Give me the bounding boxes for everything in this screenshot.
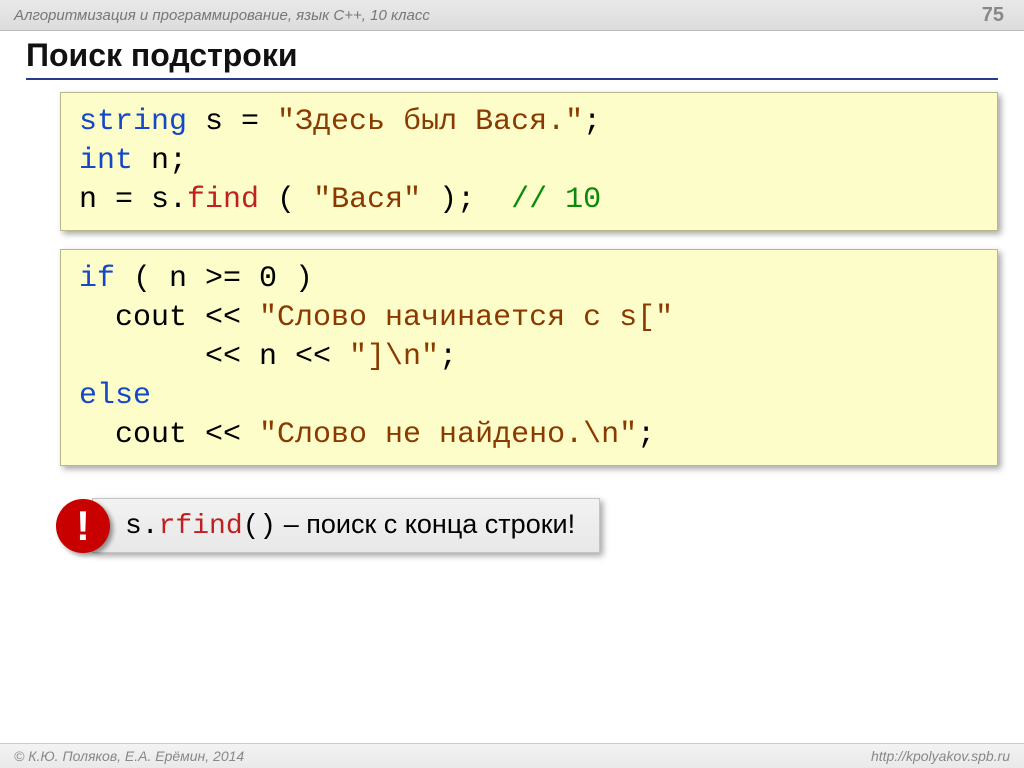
text: ( bbox=[259, 183, 313, 217]
text: s = bbox=[187, 105, 277, 139]
note-row: ! s.rfind() – поиск с конца строки! bbox=[56, 498, 998, 553]
footer-bar: © К.Ю. Поляков, Е.А. Ерёмин, 2014 http:/… bbox=[0, 743, 1024, 768]
slide-title: Поиск подстроки bbox=[26, 37, 998, 74]
text: ( n >= 0 ) bbox=[115, 262, 313, 296]
header-bar: Алгоритмизация и программирование, язык … bbox=[0, 0, 1024, 31]
footer-url: http://kpolyakov.spb.ru bbox=[871, 748, 1010, 764]
text: cout << bbox=[79, 418, 259, 452]
string-literal: "]\n" bbox=[349, 340, 439, 374]
exclaim-icon: ! bbox=[56, 499, 110, 553]
keyword-else: else bbox=[79, 379, 151, 413]
text: ; bbox=[637, 418, 655, 452]
course-label: Алгоритмизация и программирование, язык … bbox=[14, 7, 430, 24]
string-literal: "Здесь был Вася." bbox=[277, 105, 583, 139]
text: n = s. bbox=[79, 183, 187, 217]
text: () bbox=[243, 511, 277, 542]
text: << n << bbox=[79, 340, 349, 374]
slide-content: Поиск подстроки string s = "Здесь был Ва… bbox=[0, 31, 1024, 553]
text: cout << bbox=[79, 301, 259, 335]
text: ; bbox=[583, 105, 601, 139]
text: ); bbox=[421, 183, 511, 217]
func-find: find bbox=[187, 183, 259, 217]
title-rule bbox=[26, 78, 998, 80]
keyword-if: if bbox=[79, 262, 115, 296]
text: s. bbox=[125, 511, 159, 542]
text: ; bbox=[439, 340, 457, 374]
keyword-int: int bbox=[79, 144, 133, 178]
string-literal: "Слово начинается с s[" bbox=[259, 301, 673, 335]
copyright: © К.Ю. Поляков, Е.А. Ерёмин, 2014 bbox=[14, 748, 244, 764]
page-number: 75 bbox=[982, 4, 1010, 27]
text: n; bbox=[133, 144, 187, 178]
string-literal: "Слово не найдено.\n" bbox=[259, 418, 637, 452]
code-block-1: string s = "Здесь был Вася."; int n; n =… bbox=[60, 92, 998, 231]
string-literal: "Вася" bbox=[313, 183, 421, 217]
code-block-2: if ( n >= 0 ) cout << "Слово начинается … bbox=[60, 249, 998, 466]
note-box: s.rfind() – поиск с конца строки! bbox=[92, 498, 600, 553]
comment: // 10 bbox=[511, 183, 601, 217]
keyword-string: string bbox=[79, 105, 187, 139]
note-tail: – поиск с конца строки! bbox=[276, 509, 575, 539]
func-rfind: rfind bbox=[159, 511, 243, 542]
